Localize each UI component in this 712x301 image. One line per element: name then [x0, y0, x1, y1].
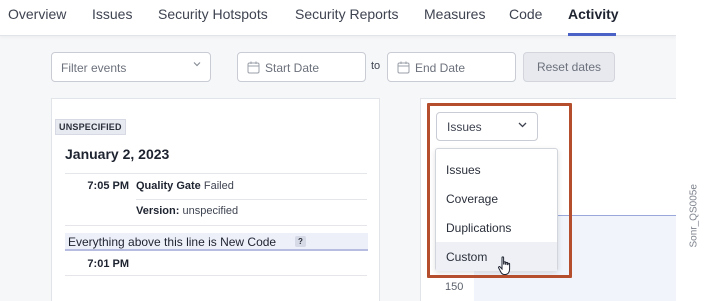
event-value: Failed [203, 180, 234, 192]
date-range-to-label: to [371, 60, 381, 72]
calendar-icon [247, 61, 260, 74]
tab-overview[interactable]: Overview [8, 6, 66, 22]
tab-security-reports[interactable]: Security Reports [295, 6, 398, 22]
start-date-input[interactable]: Start Date [237, 52, 366, 82]
event-value: unspecified [182, 205, 239, 217]
calendar-icon [397, 61, 410, 74]
tab-code[interactable]: Code [509, 6, 542, 22]
new-code-notice: Everything above this line is New Code [68, 235, 277, 249]
divider [65, 173, 367, 174]
quality-gate-event: Quality Gate Failed [136, 180, 234, 192]
help-icon[interactable]: ? [295, 236, 306, 247]
divider [65, 225, 367, 226]
project-nav: Overview Issues Security Hotspots Securi… [0, 0, 676, 36]
chevron-down-icon [193, 62, 201, 67]
reset-dates-button[interactable]: Reset dates [523, 52, 615, 82]
divider [65, 275, 367, 276]
event-time: 7:01 PM [87, 258, 129, 270]
event-time: 7:05 PM [87, 180, 129, 192]
watermark: Sonr_QS005e [688, 184, 700, 248]
end-date-input[interactable]: End Date [387, 52, 516, 82]
event-label: Version: [136, 205, 180, 217]
activity-date-heading: January 2, 2023 [65, 146, 170, 162]
event-label: Quality Gate [136, 180, 201, 192]
y-axis-tick: 150 [445, 281, 464, 293]
activity-list-panel: UNSPECIFIED January 2, 2023 7:05 PM Qual… [51, 98, 380, 301]
end-date-placeholder: End Date [415, 61, 466, 75]
start-date-placeholder: Start Date [265, 61, 320, 75]
page-edge [676, 0, 712, 301]
tab-issues[interactable]: Issues [92, 6, 132, 22]
event-filter-select[interactable]: Filter events [51, 52, 211, 82]
version-badge: UNSPECIFIED [55, 119, 126, 135]
tab-activity[interactable]: Activity [568, 6, 619, 22]
event-filter-placeholder: Filter events [61, 61, 127, 75]
tab-security-hotspots[interactable]: Security Hotspots [158, 6, 268, 22]
divider [136, 199, 367, 200]
new-code-marker: Everything above this line is New Code ? [65, 233, 368, 251]
highlight-box [427, 103, 572, 278]
tab-measures[interactable]: Measures [424, 6, 485, 22]
version-event: Version: unspecified [136, 205, 238, 217]
active-tab-indicator [568, 33, 616, 36]
